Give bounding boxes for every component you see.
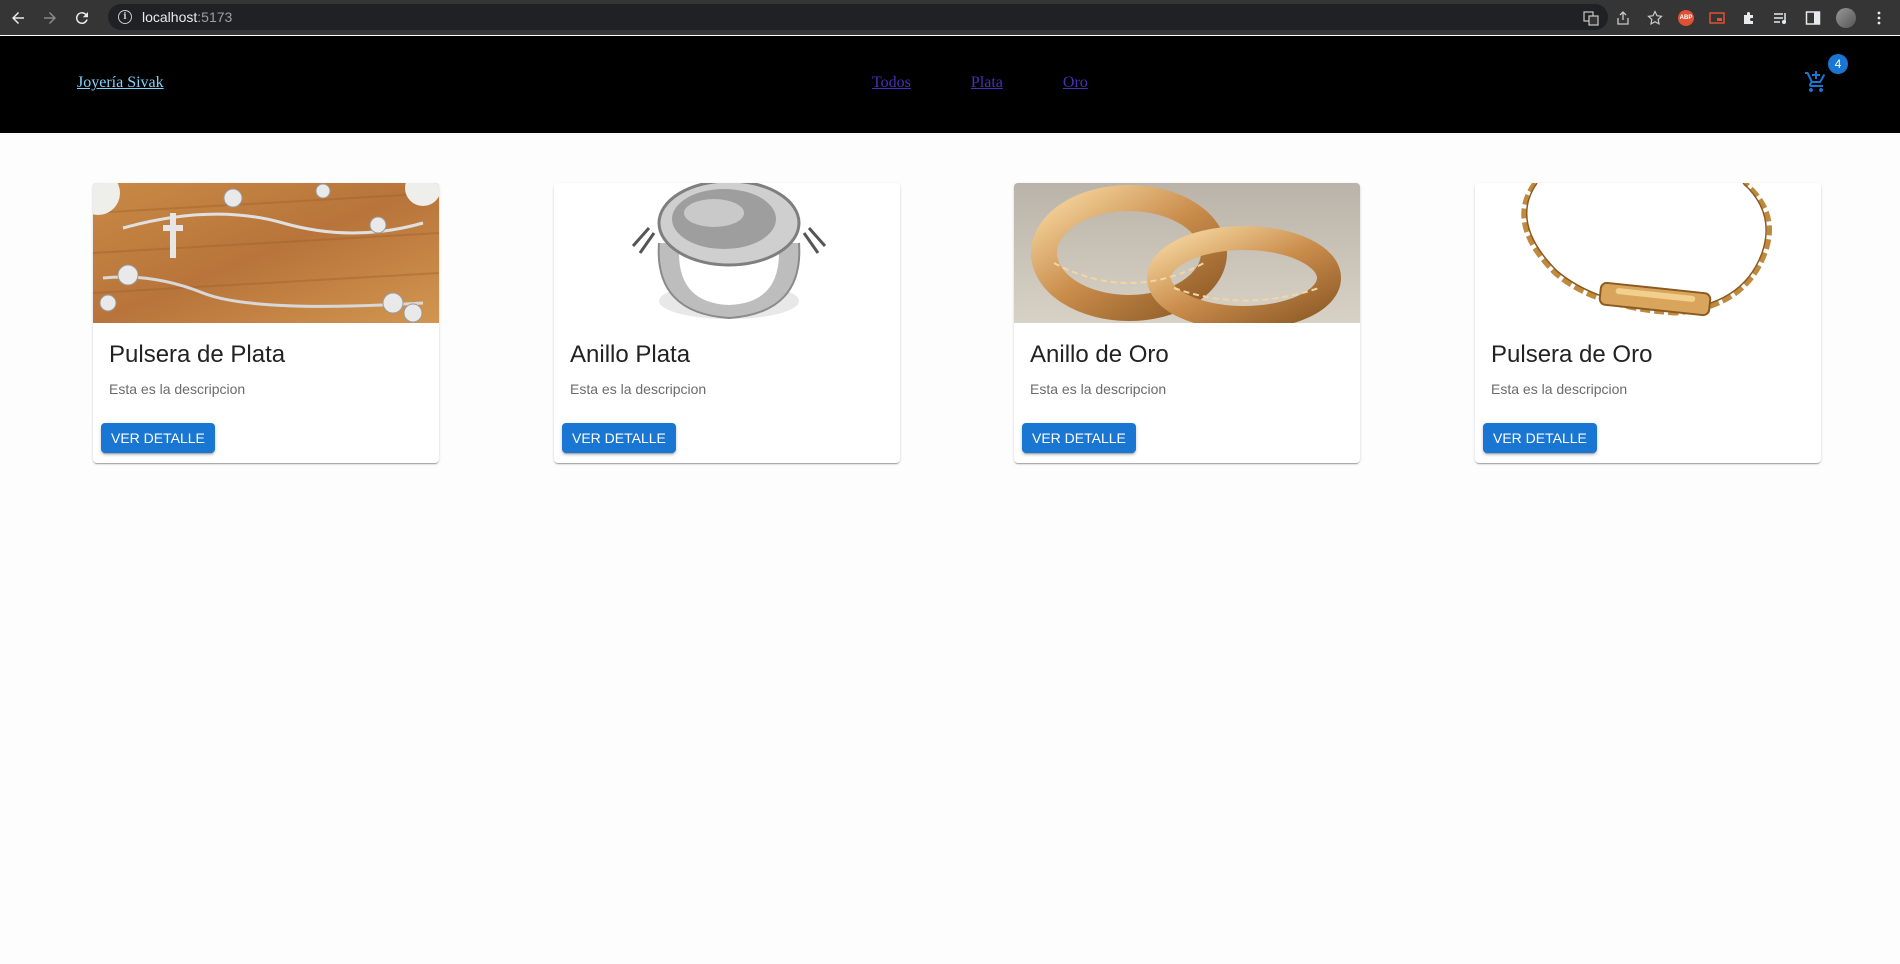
- forward-icon[interactable]: [36, 4, 64, 32]
- product-title: Anillo de Oro: [1030, 341, 1169, 368]
- product-description: Esta es la descripcion: [1491, 381, 1628, 397]
- product-description: Esta es la descripcion: [570, 381, 707, 397]
- view-detail-button[interactable]: VER DETALLE: [1483, 423, 1597, 453]
- back-icon[interactable]: [4, 4, 32, 32]
- gold-rings-image: [1014, 183, 1360, 323]
- silver-ring-image: [554, 183, 900, 323]
- address-url[interactable]: localhost:5173: [142, 9, 232, 25]
- extensions-puzzle-icon[interactable]: [1740, 9, 1758, 27]
- picture-in-picture-icon[interactable]: [1708, 9, 1726, 27]
- category-nav: Todos Plata Oro: [872, 74, 1088, 92]
- bookmark-star-icon[interactable]: [1646, 9, 1664, 27]
- share-icon[interactable]: [1614, 9, 1632, 27]
- nav-link-oro[interactable]: Oro: [1063, 74, 1088, 92]
- product-card: Anillo de Oro Esta es la descripcion VER…: [1014, 183, 1360, 463]
- gold-bracelet-image: [1475, 183, 1821, 323]
- product-description: Esta es la descripcion: [1030, 381, 1167, 397]
- silver-bracelet-image: [93, 183, 439, 323]
- product-title: Pulsera de Oro: [1491, 341, 1653, 368]
- view-detail-button[interactable]: VER DETALLE: [1022, 423, 1136, 453]
- nav-link-plata[interactable]: Plata: [971, 74, 1003, 92]
- product-title: Anillo Plata: [570, 341, 691, 368]
- view-detail-button[interactable]: VER DETALLE: [562, 423, 676, 453]
- reload-icon[interactable]: [68, 4, 96, 32]
- browser-toolbar: i localhost:5173 ABP: [0, 0, 1900, 35]
- translate-icon[interactable]: [1582, 9, 1600, 27]
- cart-icon[interactable]: [1804, 70, 1828, 94]
- product-card: Anillo Plata Esta es la descripcion VER …: [554, 183, 900, 463]
- cart-count-badge: 4: [1828, 54, 1848, 74]
- address-bar[interactable]: i localhost:5173: [108, 4, 1608, 30]
- product-description: Esta es la descripcion: [109, 381, 246, 397]
- reading-list-icon[interactable]: [1772, 9, 1790, 27]
- site-info-icon[interactable]: i: [118, 10, 132, 24]
- app-header: Joyería Sivak Todos Plata Oro: [0, 36, 1900, 133]
- nav-link-todos[interactable]: Todos: [872, 74, 911, 92]
- product-title: Pulsera de Plata: [109, 341, 286, 368]
- product-card: Pulsera de Oro Esta es la descripcion VE…: [1475, 183, 1821, 463]
- profile-avatar[interactable]: [1836, 7, 1856, 28]
- view-detail-button[interactable]: VER DETALLE: [101, 423, 215, 453]
- adblock-icon[interactable]: ABP: [1678, 9, 1694, 26]
- product-card: Pulsera de Plata Esta es la descripcion …: [93, 183, 439, 463]
- side-panel-icon[interactable]: [1804, 9, 1822, 27]
- brand-link[interactable]: Joyería Sivak: [77, 74, 164, 92]
- menu-kebab-icon[interactable]: [1870, 9, 1888, 27]
